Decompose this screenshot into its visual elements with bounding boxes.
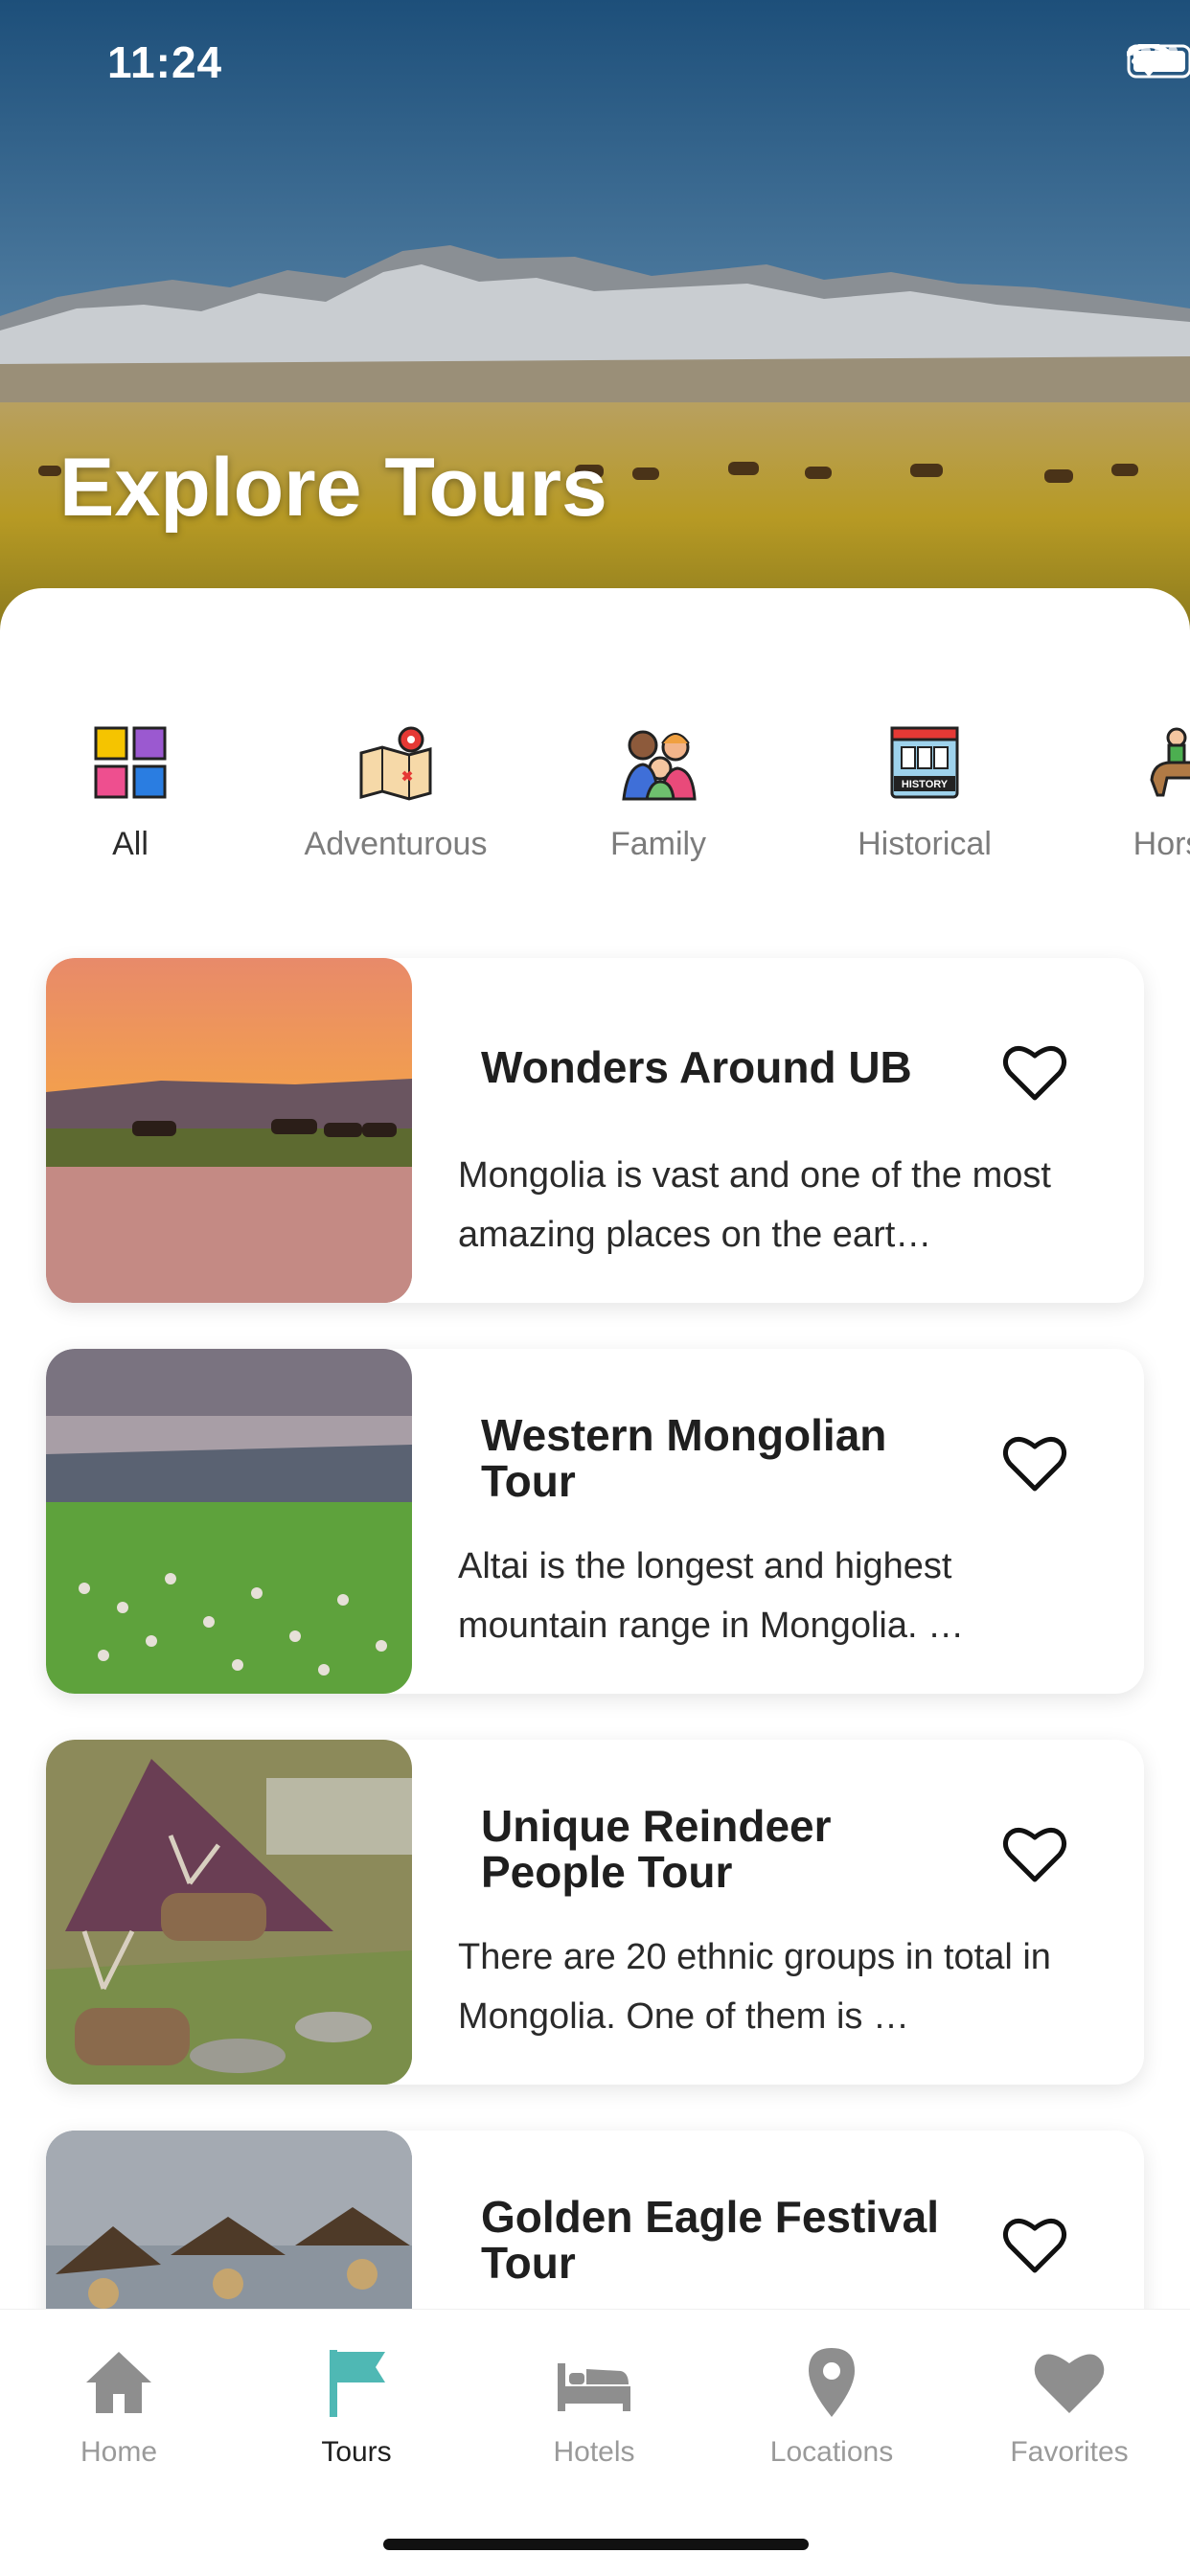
status-time: 11:24: [107, 37, 223, 87]
tab-favorites[interactable]: Favorites: [954, 2344, 1184, 2469]
category-filter: All Adventurous Family HISTORY Historica…: [0, 703, 1190, 914]
bottom-tab-bar: Home Tours Hotels Locations Favorites: [0, 2309, 1190, 2576]
tab-label: Hotels: [553, 2436, 635, 2468]
page-title: Explore Tours: [59, 442, 607, 534]
tour-card[interactable]: Unique Reindeer People Tour There are 20…: [46, 1740, 1144, 2085]
heart-icon: [1034, 2354, 1105, 2413]
location-pin-icon: [809, 2348, 855, 2417]
tour-description: Altai is the longest and highest mountai…: [458, 1546, 965, 1646]
home-icon: [86, 2352, 151, 2413]
category-label: Horse: [1133, 826, 1190, 862]
tour-title: Wonders Around UB: [481, 1042, 912, 1092]
tour-card[interactable]: Western Mongolian Tour Altai is the long…: [46, 1349, 1144, 1694]
favorite-heart-icon[interactable]: [1002, 1433, 1067, 1494]
history-building-icon: HISTORY: [890, 726, 959, 799]
category-horse[interactable]: Horse: [1062, 703, 1190, 904]
home-indicator: [383, 2539, 809, 2550]
tour-image: [46, 958, 412, 1303]
status-bar: 11:24: [0, 0, 1190, 134]
tab-locations[interactable]: Locations: [717, 2344, 947, 2469]
category-family[interactable]: Family: [543, 703, 773, 904]
horse-rider-icon: [1150, 727, 1190, 797]
category-label: All: [112, 826, 149, 862]
favorite-heart-icon[interactable]: [1002, 1042, 1067, 1104]
category-label: Family: [609, 826, 707, 862]
category-historical[interactable]: HISTORY Historical: [810, 703, 1040, 904]
tab-tours[interactable]: Tours: [241, 2344, 471, 2469]
treasure-map-icon: [359, 726, 432, 801]
tour-image: [46, 1740, 412, 2085]
category-label: Historical: [858, 826, 992, 862]
tour-description: Mongolia is vast and one of the most ama…: [458, 1155, 1051, 1255]
svg-text:HISTORY: HISTORY: [902, 779, 949, 790]
tab-label: Home: [80, 2436, 158, 2468]
battery-icon: [1127, 44, 1190, 79]
bed-icon: [558, 2363, 630, 2411]
tour-image: [46, 1349, 412, 1694]
category-label: Adventurous: [304, 826, 488, 862]
tab-label: Tours: [321, 2436, 392, 2468]
content-sheet: All Adventurous Family HISTORY Historica…: [0, 588, 1190, 2575]
tour-card[interactable]: Wonders Around UB Mongolia is vast and o…: [46, 958, 1144, 1303]
tour-title: Western Mongolian Tour: [481, 1410, 887, 1506]
tab-label: Locations: [769, 2436, 894, 2468]
tour-title: Golden Eagle Festival Tour: [481, 2192, 940, 2288]
favorite-heart-icon[interactable]: [1002, 2215, 1067, 2276]
tab-home[interactable]: Home: [4, 2344, 234, 2469]
tour-title: Unique Reindeer People Tour: [481, 1801, 832, 1897]
tab-hotels[interactable]: Hotels: [479, 2344, 709, 2469]
flag-icon: [330, 2350, 385, 2417]
family-icon: [622, 730, 697, 801]
category-adventurous[interactable]: Adventurous: [281, 703, 511, 904]
tour-description: There are 20 ethnic groups in total in M…: [458, 1937, 1051, 2037]
hero-banner: 11:24 Explore Tours: [0, 0, 1190, 632]
tab-label: Favorites: [1010, 2436, 1129, 2468]
category-all[interactable]: All: [15, 703, 245, 904]
favorite-heart-icon[interactable]: [1002, 1824, 1067, 1885]
grid-icon: [94, 726, 167, 799]
